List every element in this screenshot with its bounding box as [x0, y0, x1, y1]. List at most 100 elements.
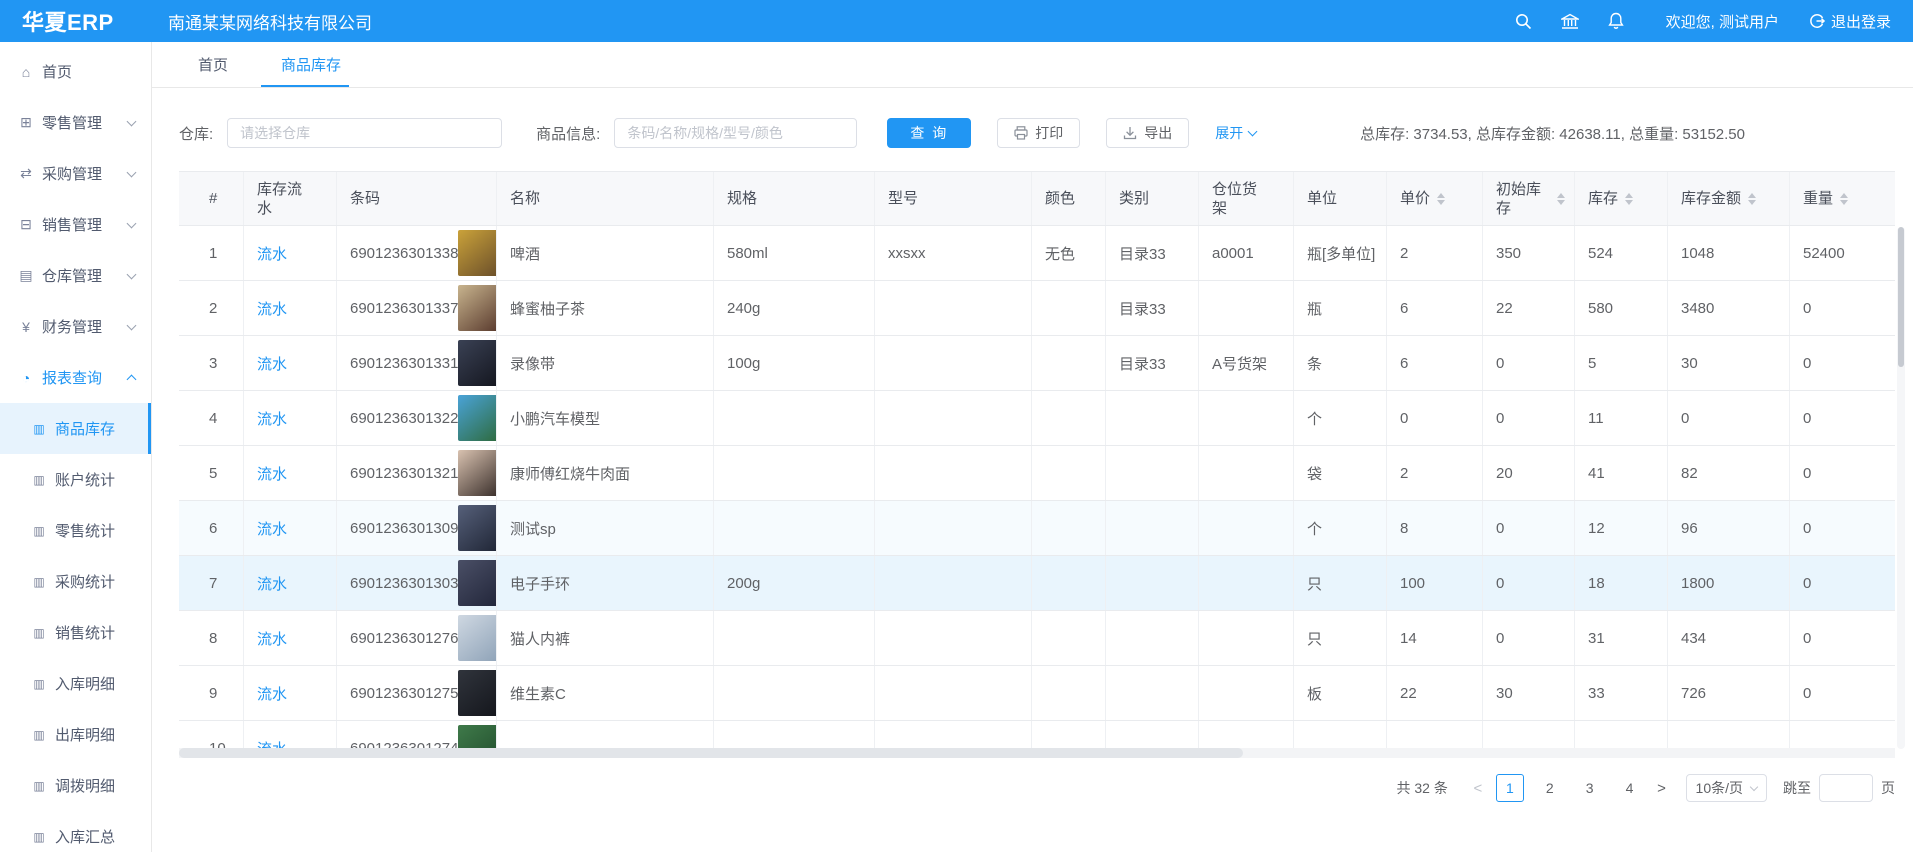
- table-row: 2 流水 6901236301337 蜂蜜柚子茶 240g 目: [179, 281, 1895, 336]
- jump-input[interactable]: [1819, 774, 1873, 802]
- sidebar-item-icon: ▥: [31, 728, 47, 742]
- sidebar-item[interactable]: ▥ 入库明细: [0, 658, 151, 709]
- column-header[interactable]: 单位: [1294, 172, 1387, 225]
- sidebar-item[interactable]: ▥ 账户统计: [0, 454, 151, 505]
- sidebar-item[interactable]: ⇄ 采购管理: [0, 148, 151, 199]
- cell-flow: 流水: [244, 281, 337, 335]
- search-icon[interactable]: [1514, 11, 1534, 31]
- cell-rack: [1199, 446, 1294, 500]
- cell-unit: 只: [1294, 556, 1387, 610]
- sort-carets-icon[interactable]: [1748, 193, 1756, 205]
- sidebar-item[interactable]: ¥ 财务管理: [0, 301, 151, 352]
- sidebar-item[interactable]: ▥ 零售统计: [0, 505, 151, 556]
- chevron-down-icon: [1248, 127, 1258, 137]
- cell-color: [1032, 281, 1106, 335]
- cell-barcode: 6901236301331: [337, 336, 497, 390]
- search-button[interactable]: 查 询: [887, 118, 971, 148]
- flow-link[interactable]: 流水: [257, 298, 287, 319]
- export-button[interactable]: 导出: [1106, 118, 1189, 148]
- horizontal-scrollbar[interactable]: [179, 748, 1895, 758]
- column-header[interactable]: 型号: [875, 172, 1032, 225]
- logout-button[interactable]: 退出登录: [1809, 11, 1891, 32]
- next-page-button[interactable]: >: [1648, 774, 1676, 802]
- column-header[interactable]: #: [179, 172, 244, 225]
- page-number[interactable]: 4: [1616, 774, 1644, 802]
- sort-carets-icon[interactable]: [1437, 193, 1445, 205]
- sidebar-item[interactable]: ▤ 仓库管理: [0, 250, 151, 301]
- cell-stock: 580: [1575, 281, 1668, 335]
- column-header[interactable]: 初始库存: [1483, 172, 1575, 225]
- barcode-text: 6901236301276: [350, 630, 458, 647]
- column-header[interactable]: 颜色: [1032, 172, 1106, 225]
- sidebar-item[interactable]: ⊟ 销售管理: [0, 199, 151, 250]
- sidebar-item[interactable]: ⌂ 首页: [0, 46, 151, 97]
- scrollbar-thumb[interactable]: [1898, 227, 1904, 367]
- page-number[interactable]: 1: [1496, 774, 1524, 802]
- bell-icon[interactable]: [1606, 11, 1626, 31]
- flow-link[interactable]: 流水: [257, 738, 287, 749]
- cell-category: [1106, 501, 1199, 555]
- scrollbar-thumb[interactable]: [179, 748, 1243, 758]
- cell-barcode: 6901236301275: [337, 666, 497, 720]
- sort-carets-icon[interactable]: [1557, 193, 1565, 205]
- flow-link[interactable]: 流水: [257, 573, 287, 594]
- column-header[interactable]: 仓位货架: [1199, 172, 1294, 225]
- download-icon: [1123, 126, 1137, 140]
- bank-icon[interactable]: [1560, 11, 1580, 31]
- sidebar-item-label: 调拨明细: [55, 775, 115, 796]
- tab[interactable]: 商品库存: [279, 42, 343, 87]
- sidebar-item[interactable]: ▥ 调拨明细: [0, 760, 151, 811]
- product-info-input[interactable]: [614, 118, 857, 148]
- column-header-label: 重量: [1803, 189, 1833, 208]
- prev-page-button[interactable]: <: [1464, 774, 1492, 802]
- flow-link[interactable]: 流水: [257, 408, 287, 429]
- cell-weight: [1790, 721, 1895, 748]
- chevron-icon: [127, 218, 137, 228]
- cell-weight: 0: [1790, 391, 1895, 445]
- sort-carets-icon[interactable]: [1625, 193, 1633, 205]
- cell-price: 6: [1387, 336, 1483, 390]
- flow-link[interactable]: 流水: [257, 243, 287, 264]
- cell-model: [875, 391, 1032, 445]
- column-header[interactable]: 库存金额: [1668, 172, 1790, 225]
- flow-link[interactable]: 流水: [257, 353, 287, 374]
- page-numbers: 1 2 3 4: [1492, 774, 1648, 802]
- page-size-select[interactable]: 10条/页: [1686, 774, 1767, 802]
- flow-link[interactable]: 流水: [257, 628, 287, 649]
- column-header[interactable]: 库存: [1575, 172, 1668, 225]
- column-header[interactable]: 重量: [1790, 172, 1895, 225]
- barcode-text: 6901236301321: [350, 465, 458, 482]
- sidebar-item[interactable]: ▥ 出库明细: [0, 709, 151, 760]
- sidebar-item[interactable]: ▥ 商品库存: [0, 403, 151, 454]
- flow-link[interactable]: 流水: [257, 463, 287, 484]
- sidebar-item[interactable]: ⊞ 零售管理: [0, 97, 151, 148]
- column-header[interactable]: 类别: [1106, 172, 1199, 225]
- flow-link[interactable]: 流水: [257, 683, 287, 704]
- table-row: 6 流水 6901236301309 测试sp: [179, 501, 1895, 556]
- page-number[interactable]: 2: [1536, 774, 1564, 802]
- page-number[interactable]: 3: [1576, 774, 1604, 802]
- expand-link[interactable]: 展开: [1215, 123, 1256, 143]
- column-header[interactable]: 规格: [714, 172, 875, 225]
- cell-unit: 板: [1294, 666, 1387, 720]
- cell-unit: 瓶: [1294, 281, 1387, 335]
- print-button[interactable]: 打印: [997, 118, 1080, 148]
- column-header[interactable]: 名称: [497, 172, 714, 225]
- column-header-label: 条码: [350, 189, 380, 208]
- sidebar-item[interactable]: ▥ 销售统计: [0, 607, 151, 658]
- sidebar-item[interactable]: ◔ 报表查询: [0, 352, 151, 403]
- warehouse-select[interactable]: [227, 118, 502, 148]
- flow-link[interactable]: 流水: [257, 518, 287, 539]
- cell-price: 14: [1387, 611, 1483, 665]
- column-header[interactable]: 条码: [337, 172, 497, 225]
- column-header[interactable]: 库存流水: [244, 172, 337, 225]
- sidebar-item-label: 零售统计: [55, 520, 115, 541]
- column-header[interactable]: 单价: [1387, 172, 1483, 225]
- cell-name: 录像带: [497, 336, 714, 390]
- sidebar-item[interactable]: ▥ 入库汇总: [0, 811, 151, 852]
- sidebar-item[interactable]: ▥ 采购统计: [0, 556, 151, 607]
- sort-carets-icon[interactable]: [1840, 193, 1848, 205]
- tab[interactable]: 首页: [196, 42, 230, 87]
- vertical-scrollbar[interactable]: [1897, 227, 1905, 749]
- cell-spec: 580ml: [714, 226, 875, 280]
